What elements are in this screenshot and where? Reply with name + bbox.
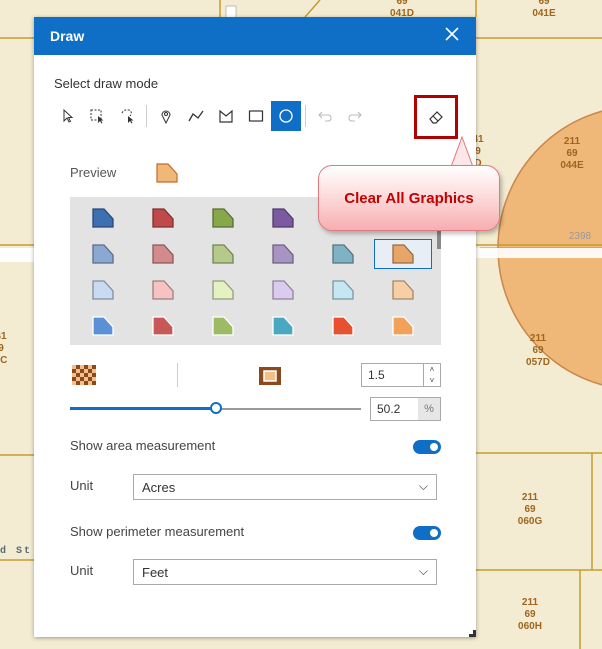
draw-toolbar xyxy=(52,101,370,131)
show-area-toggle[interactable] xyxy=(413,440,441,454)
symbol-swatch[interactable] xyxy=(134,203,192,233)
clear-graphics-callout: Clear All Graphics xyxy=(318,135,500,231)
callout-body: Clear All Graphics xyxy=(318,165,500,231)
symbol-swatch[interactable] xyxy=(254,203,312,233)
transparency-slider-thumb[interactable] xyxy=(210,402,223,414)
symbol-swatch[interactable] xyxy=(314,239,372,269)
symbol-swatch[interactable] xyxy=(254,311,312,341)
parcel-label: 69 041E xyxy=(532,0,556,19)
outline-style-icon xyxy=(259,367,281,385)
transparency-row: 50.2 % xyxy=(70,397,442,421)
rectangle-select-tool[interactable] xyxy=(82,101,112,131)
circle-tool[interactable] xyxy=(271,101,301,131)
address-label: 2398 xyxy=(568,231,592,242)
symbol-swatch[interactable] xyxy=(374,275,432,305)
street-label: d St xyxy=(0,546,33,557)
perimeter-unit-select[interactable]: Feet ⌵ xyxy=(133,559,437,585)
resize-handle[interactable] xyxy=(469,630,476,637)
parcel-label: 211 69 060H xyxy=(518,597,542,632)
symbol-swatch[interactable] xyxy=(194,311,252,341)
symbol-swatch[interactable] xyxy=(374,239,432,269)
area-unit-row: Unit Acres ⌵ xyxy=(70,474,441,500)
parcel-label: 4198C xyxy=(0,331,8,366)
perimeter-unit-row: Unit Feet ⌵ xyxy=(70,559,441,585)
stroke-width-input[interactable]: 1.5 ˄ ˅ xyxy=(361,363,441,387)
panel-title: Draw xyxy=(50,28,85,44)
checker-pattern-icon xyxy=(72,365,96,385)
symbol-swatch[interactable] xyxy=(134,275,192,305)
transparency-input[interactable]: 50.2 % xyxy=(370,397,441,421)
outline-style-button[interactable] xyxy=(256,365,284,387)
symbol-swatch[interactable] xyxy=(74,275,132,305)
undo-tool[interactable] xyxy=(310,101,340,131)
fill-pattern-button[interactable] xyxy=(70,364,98,386)
polygon-icon xyxy=(219,109,233,123)
eraser-icon xyxy=(429,111,443,124)
symbol-swatch[interactable] xyxy=(314,311,372,341)
rectangle-select-icon xyxy=(90,109,104,124)
transparency-value: 50.2 xyxy=(377,402,401,416)
toolbar-separator xyxy=(146,105,147,127)
polyline-tool[interactable] xyxy=(181,101,211,131)
redo-icon xyxy=(348,111,362,122)
perimeter-unit-value: Feet xyxy=(142,565,169,580)
stroke-width-stepper[interactable]: ˄ ˅ xyxy=(423,364,440,386)
symbol-swatch[interactable] xyxy=(254,275,312,305)
polygon-tool[interactable] xyxy=(211,101,241,131)
transparency-slider-fill xyxy=(70,407,217,410)
lasso-select-icon xyxy=(121,109,134,124)
symbol-swatch[interactable] xyxy=(134,311,192,341)
area-unit-label: Unit xyxy=(70,478,94,493)
percent-unit: % xyxy=(418,398,440,420)
panel-header: Draw xyxy=(34,17,476,55)
circle-icon xyxy=(279,109,293,123)
preview-swatch xyxy=(156,163,178,188)
divider xyxy=(177,363,178,387)
preview-label: Preview xyxy=(70,165,117,180)
rectangle-tool[interactable] xyxy=(241,101,271,131)
parcel-label: 211 69 060G xyxy=(517,492,543,527)
symbol-swatch[interactable] xyxy=(254,239,312,269)
draw-mode-label: Select draw mode xyxy=(54,76,159,91)
chevron-down-icon: ⌵ xyxy=(418,564,428,578)
select-tool[interactable] xyxy=(52,101,82,131)
area-unit-select[interactable]: Acres ⌵ xyxy=(133,474,437,500)
chevron-up-icon[interactable]: ˄ xyxy=(430,365,435,374)
clear-all-graphics-button[interactable] xyxy=(414,95,458,139)
cursor-icon xyxy=(63,108,74,123)
parcel-label: 211 69 044E xyxy=(560,136,584,171)
show-area-row: Show area measurement xyxy=(70,438,441,458)
polyline-icon xyxy=(188,110,204,122)
close-icon[interactable] xyxy=(444,26,460,46)
show-perimeter-toggle[interactable] xyxy=(413,526,441,540)
callout-text: Clear All Graphics xyxy=(344,189,474,207)
toolbar-separator xyxy=(305,105,306,127)
redo-tool[interactable] xyxy=(340,101,370,131)
stroke-width-value: 1.5 xyxy=(368,368,385,382)
symbol-swatch[interactable] xyxy=(74,311,132,341)
map-pin-icon xyxy=(161,110,171,124)
show-perimeter-label: Show perimeter measurement xyxy=(70,524,245,539)
symbol-swatch[interactable] xyxy=(74,239,132,269)
symbol-swatch[interactable] xyxy=(194,239,252,269)
rectangle-icon xyxy=(248,110,264,122)
chevron-down-icon[interactable]: ˅ xyxy=(430,376,435,385)
parcel-label: 211 69 057D xyxy=(526,333,550,368)
undo-icon xyxy=(318,111,332,122)
show-area-label: Show area measurement xyxy=(70,438,216,453)
draw-panel: Draw Select draw mode Preview 1.5 ˄ ˅ 50… xyxy=(34,17,476,637)
symbol-style-row: 1.5 ˄ ˅ xyxy=(70,361,442,391)
chevron-down-icon: ⌵ xyxy=(418,479,428,493)
symbol-swatch[interactable] xyxy=(74,203,132,233)
point-tool[interactable] xyxy=(151,101,181,131)
symbol-swatch[interactable] xyxy=(374,311,432,341)
lasso-select-tool[interactable] xyxy=(112,101,142,131)
symbol-swatch[interactable] xyxy=(134,239,192,269)
symbol-swatch[interactable] xyxy=(314,275,372,305)
perimeter-unit-label: Unit xyxy=(70,563,94,578)
area-unit-value: Acres xyxy=(142,480,176,495)
symbol-swatch[interactable] xyxy=(194,275,252,305)
symbol-swatch[interactable] xyxy=(194,203,252,233)
show-perimeter-row: Show perimeter measurement xyxy=(70,524,441,544)
